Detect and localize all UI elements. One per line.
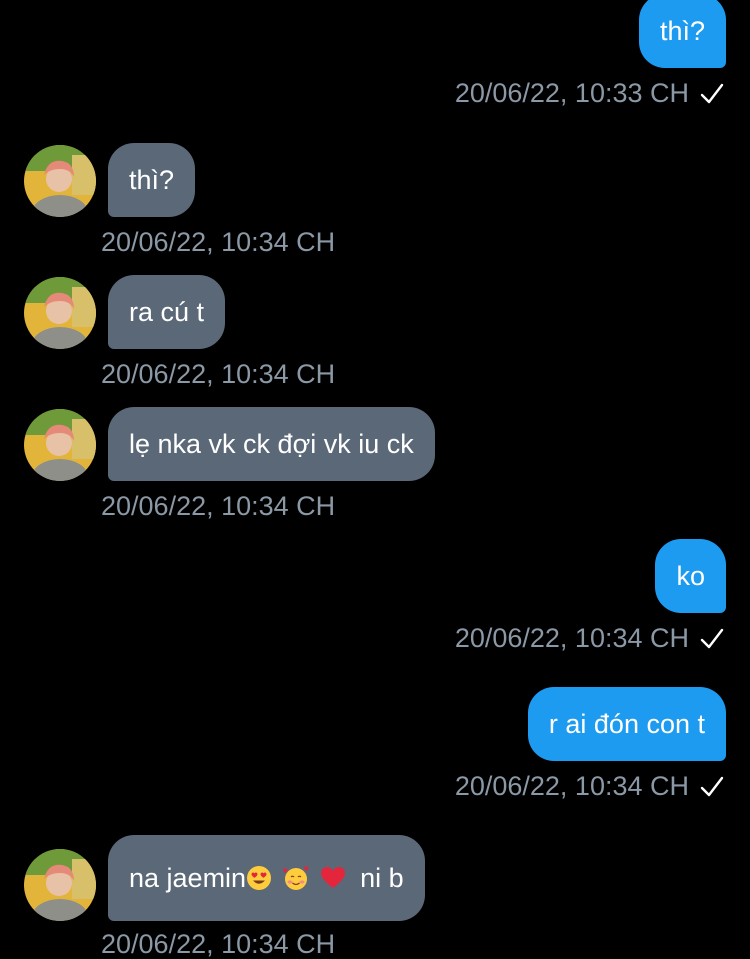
incoming-message-bubble[interactable]: ra cú t	[108, 275, 226, 349]
message-text: r ai đón con t	[548, 708, 705, 739]
message-timestamp: 20/06/22, 10:34 CH	[101, 361, 335, 388]
outgoing-message-bubble[interactable]: thì?	[638, 0, 726, 68]
avatar[interactable]	[24, 145, 96, 217]
message-text: thì?	[659, 15, 705, 46]
heart-eyes-emoji-icon	[247, 866, 272, 890]
avatar[interactable]	[24, 409, 96, 481]
message-text: lẹ nka vk ck đợi vk iu ck	[129, 428, 414, 459]
message-timestamp: 20/06/22, 10:33 CH	[455, 80, 725, 107]
timestamp-text: 20/06/22, 10:34 CH	[101, 227, 336, 257]
message-timestamp: 20/06/22, 10:34 CH	[455, 773, 725, 800]
message-thread: thì? 20/06/22, 10:33 CH thì? 20/06/22, 1…	[0, 0, 750, 958]
message-text: ni b	[360, 862, 404, 893]
message-timestamp: 20/06/22, 10:34 CH	[455, 625, 725, 652]
outgoing-message-bubble[interactable]: r ai đón con t	[527, 687, 726, 761]
message-timestamp: 20/06/22, 10:34 CH	[101, 229, 335, 256]
message-timestamp: 20/06/22, 10:34 CH	[101, 931, 335, 958]
incoming-message-bubble[interactable]: na jaemin ni b	[108, 835, 425, 921]
incoming-message-bubble[interactable]: lẹ nka vk ck đợi vk iu ck	[108, 407, 435, 481]
timestamp-text: 20/06/22, 10:34 CH	[101, 491, 336, 521]
message-text: ko	[676, 560, 705, 591]
avatar-image	[24, 849, 96, 921]
avatar-image	[24, 145, 96, 217]
check-icon	[700, 83, 724, 103]
message-text: na jaemin	[129, 862, 247, 893]
timestamp-text: 20/06/22, 10:34 CH	[101, 359, 336, 389]
outgoing-message-bubble[interactable]: ko	[655, 539, 726, 613]
timestamp-text: 20/06/22, 10:34 CH	[101, 929, 336, 959]
timestamp-text: 20/06/22, 10:34 CH	[454, 623, 689, 653]
message-timestamp: 20/06/22, 10:34 CH	[101, 493, 335, 520]
incoming-message-bubble[interactable]: thì?	[108, 143, 196, 217]
timestamp-text: 20/06/22, 10:34 CH	[454, 771, 689, 801]
avatar-image	[24, 277, 96, 349]
avatar[interactable]	[24, 277, 96, 349]
timestamp-text: 20/06/22, 10:33 CH	[454, 78, 689, 108]
message-text: ra cú t	[129, 296, 205, 327]
check-icon	[700, 628, 724, 648]
red-heart-emoji-icon	[321, 867, 346, 888]
avatar-image	[24, 409, 96, 481]
smiling-face-with-hearts-emoji-icon	[283, 866, 309, 890]
message-text: thì?	[129, 164, 175, 195]
check-icon	[700, 776, 724, 796]
avatar[interactable]	[24, 849, 96, 921]
